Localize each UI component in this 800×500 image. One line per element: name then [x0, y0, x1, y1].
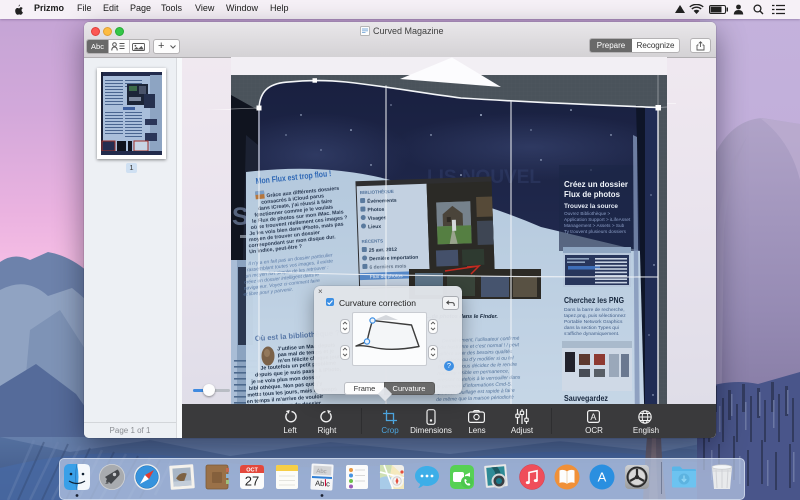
svg-text:Ouvrez Bibliothèque >: Ouvrez Bibliothèque > [564, 211, 611, 216]
svg-text:Sauvegardez: Sauvegardez [564, 393, 608, 403]
svg-text:A: A [598, 470, 607, 485]
svg-text:27: 27 [245, 474, 259, 489]
svg-text:Cherchez les PNG: Cherchez les PNG [564, 296, 624, 305]
svg-text:Dans la barre de recherche,: Dans la barre de recherche, [564, 307, 625, 313]
svg-text:Portable Network Graphics: Portable Network Graphics [564, 319, 623, 325]
svg-text:A: A [590, 412, 596, 422]
svg-text:Flux de photos: Flux de photos [564, 189, 620, 199]
svg-text:OCT: OCT [246, 467, 258, 473]
svg-text:s’affiche dynamiquement.: s’affiche dynamiquement. [564, 331, 619, 337]
svg-text:dans la section Types qui: dans la section Types qui [564, 325, 619, 331]
svg-text:Abc: Abc [316, 469, 327, 476]
svg-text:Lieux: Lieux [368, 224, 381, 230]
svg-text:Ab: Ab [315, 479, 325, 488]
svg-text:Photos: Photos [367, 207, 384, 214]
svg-text:Management > Assets > Sub: Management > Assets > Sub [564, 223, 625, 228]
svg-text:25 avr. 2012: 25 avr. 2012 [369, 247, 397, 254]
svg-text:Créez un dossier: Créez un dossier [564, 179, 629, 189]
svg-text:tapez.png, puis sélectionnez: tapez.png, puis sélectionnez [564, 313, 626, 319]
svg-text:Trouvez la source: Trouvez la source [564, 203, 618, 210]
svg-text:Ty trouvent plusieurs dossiers: Ty trouvent plusieurs dossiers [564, 229, 627, 234]
svg-text:Application Support > iLifeAss: Application Support > iLifeAsset [564, 217, 631, 222]
svg-text:Visages: Visages [368, 215, 387, 222]
svg-text:c: c [326, 479, 330, 488]
